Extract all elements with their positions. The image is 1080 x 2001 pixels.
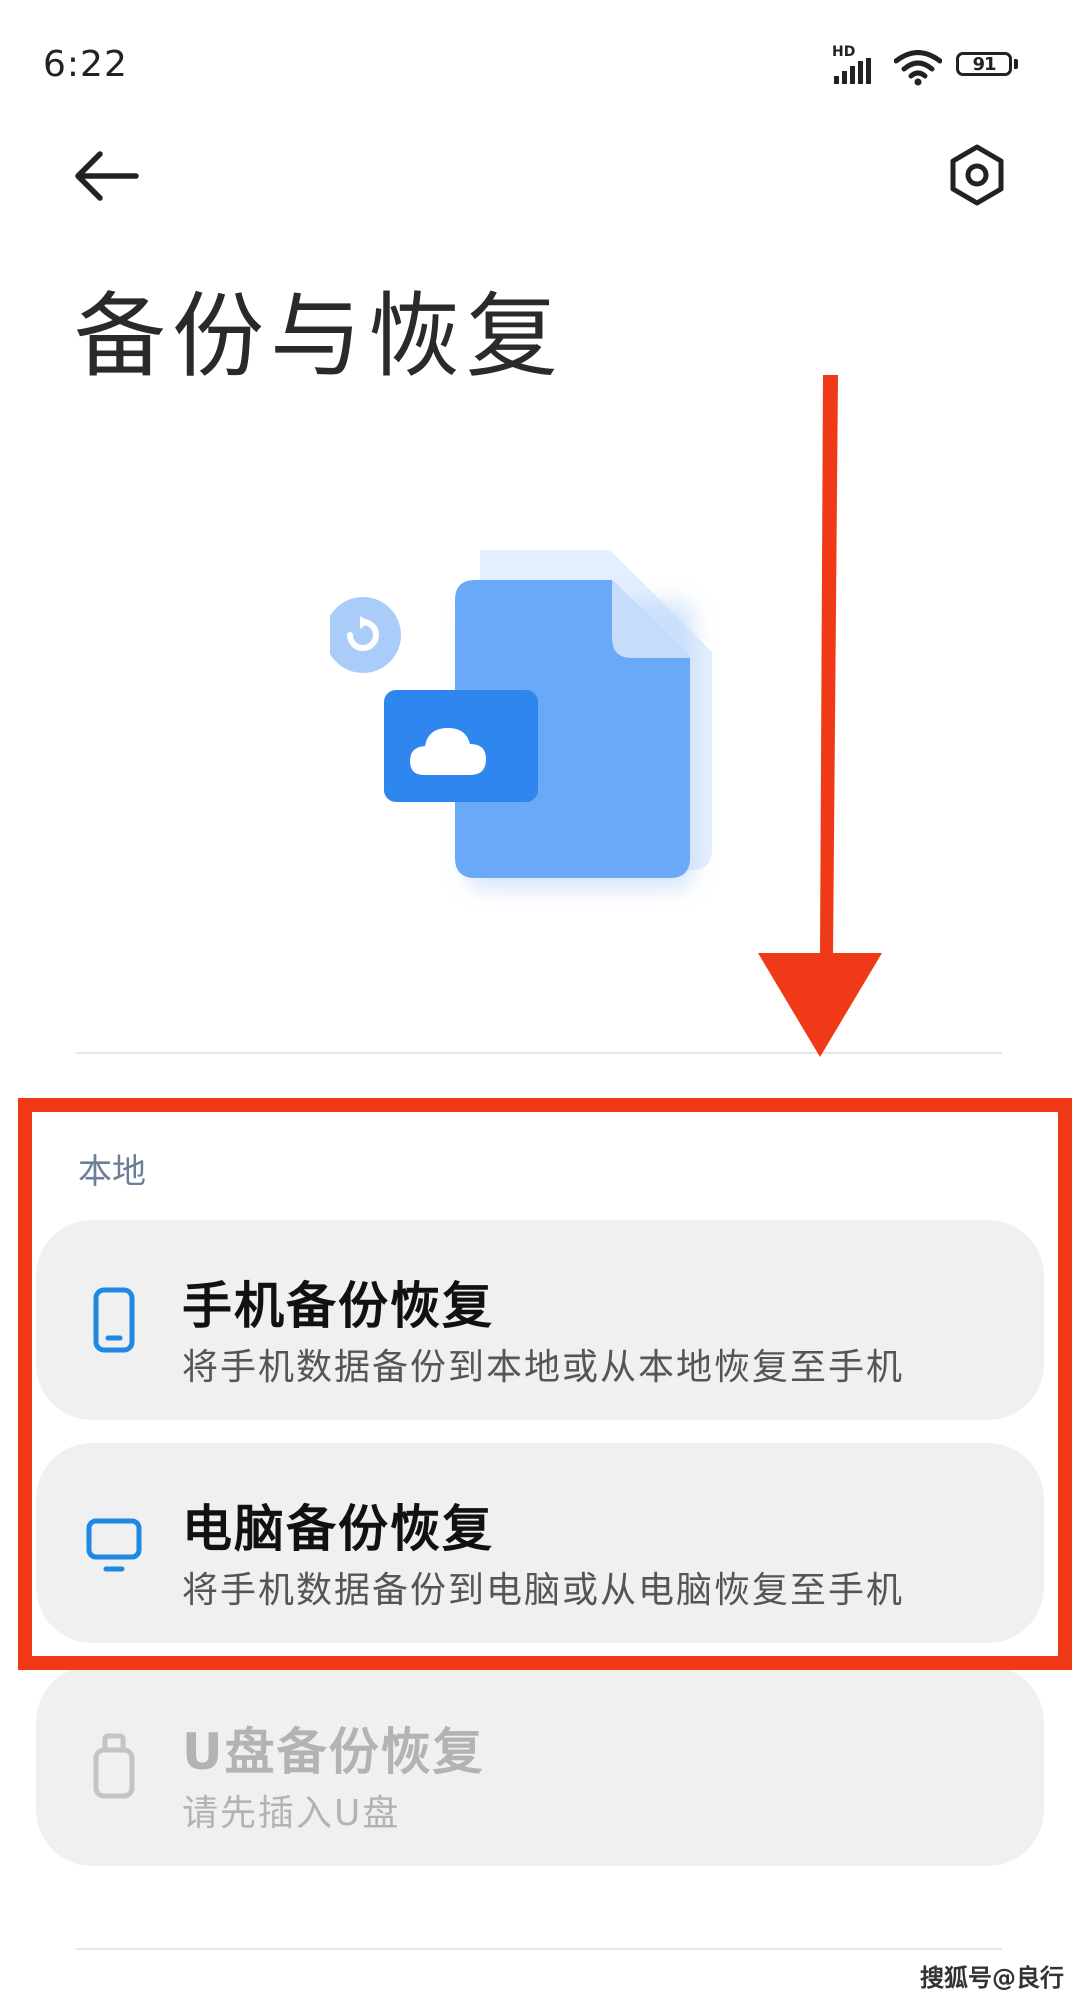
status-time: 6:22 — [43, 44, 128, 85]
status-icons: HD 91 — [832, 44, 1032, 86]
highlight-box — [18, 1098, 1072, 1670]
divider-bottom — [76, 1948, 1002, 1950]
battery-level: 91 — [972, 53, 996, 75]
usb-drive-icon — [93, 1733, 135, 1799]
usb-backup-card: U盘备份恢复 请先插入U盘 — [36, 1666, 1044, 1866]
battery-tip — [1014, 59, 1018, 69]
backup-illustration — [330, 550, 712, 890]
arrow-down-icon — [758, 375, 882, 1057]
signal-icon — [834, 58, 871, 84]
battery-icon: 91 — [956, 52, 1012, 76]
card-title: U盘备份恢复 — [182, 1723, 485, 1781]
gear-icon[interactable] — [944, 142, 1010, 208]
arrow-left-icon[interactable] — [72, 148, 142, 204]
card-subtitle: 请先插入U盘 — [182, 1793, 401, 1834]
wifi-icon — [894, 50, 942, 86]
page-title: 备份与恢复 — [74, 283, 565, 390]
watermark: 搜狐号@良行 — [920, 1964, 1064, 1992]
